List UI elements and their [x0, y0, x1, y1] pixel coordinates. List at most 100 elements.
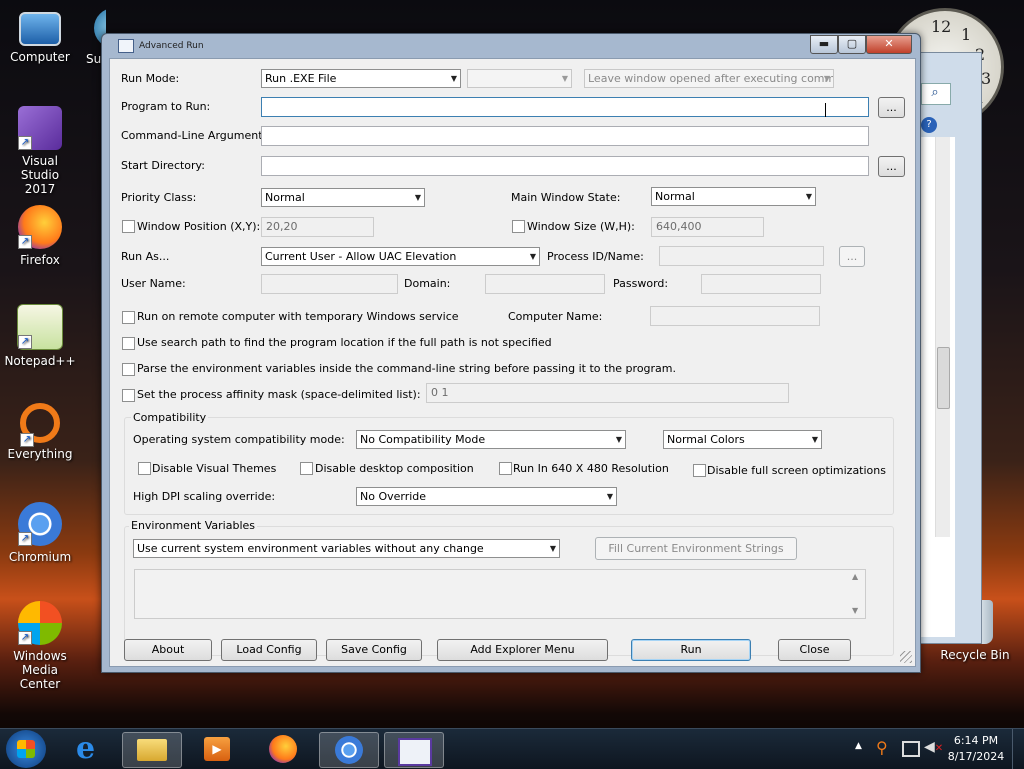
search-icon[interactable]: ⌕ [925, 85, 945, 103]
run-mode-extra-dropdown[interactable]: ▼ [467, 69, 572, 88]
internet-explorer-icon: e [76, 731, 96, 766]
show-hidden-icons-icon[interactable]: ▲ [855, 741, 862, 751]
desktop-icon-chromium[interactable]: ↗ Chromium [0, 502, 80, 564]
leave-window-dropdown[interactable]: Leave window opened after executing comm… [584, 69, 834, 88]
chevron-down-icon: ▼ [805, 192, 812, 201]
vertical-scrollbar[interactable] [935, 137, 950, 537]
taskbar-chromium[interactable] [319, 732, 379, 768]
disable-visual-themes-checkbox[interactable] [138, 462, 151, 475]
affinity-input[interactable]: 0 1 [426, 383, 789, 403]
run-button[interactable]: Run [631, 639, 751, 661]
run-mode-label: Run Mode: [121, 72, 180, 85]
computer-name-input[interactable] [650, 306, 820, 326]
command-line-input[interactable] [261, 126, 869, 146]
disable-composition-checkbox[interactable] [300, 462, 313, 475]
clock-number: 12 [931, 17, 952, 36]
chromium-icon: ↗ [18, 502, 62, 546]
main-window-state-value: Normal [655, 190, 695, 203]
advanced-run-window[interactable]: Advanced Run ▬ ▢ ✕ Run Mode: Run .EXE Fi… [101, 33, 921, 673]
help-icon[interactable]: ? [921, 117, 937, 133]
desktop-icon-media-center[interactable]: ↗ Windows Media Center [0, 601, 80, 691]
affinity-label: Set the process affinity mask (space-del… [137, 388, 421, 401]
run-mode-value: Run .EXE File [265, 72, 337, 85]
shortcut-arrow-icon: ↗ [18, 335, 32, 349]
desktop-icon-label: Everything [7, 447, 73, 461]
maximize-button[interactable]: ▢ [838, 35, 866, 54]
search-path-checkbox[interactable] [122, 337, 135, 350]
run-as-value: Current User - Allow UAC Elevation [265, 250, 457, 263]
run-mode-dropdown[interactable]: Run .EXE File ▼ [261, 69, 461, 88]
textarea-scroll-up-icon[interactable]: ▲ [852, 572, 858, 581]
desktop-icon-firefox[interactable]: ↗ Firefox [0, 205, 80, 267]
shortcut-arrow-icon: ↗ [18, 235, 32, 249]
resize-grip-icon[interactable] [900, 651, 912, 663]
user-name-input[interactable] [261, 274, 398, 294]
browse-process-button[interactable]: ... [839, 246, 865, 267]
shortcut-arrow-icon: ↗ [20, 433, 34, 447]
background-explorer-window[interactable]: ⌕ ? [918, 52, 982, 644]
desktop-icon-everything[interactable]: ↗ Everything [0, 403, 80, 461]
title-bar[interactable]: Advanced Run ▬ ▢ ✕ [102, 34, 920, 58]
fill-environment-button[interactable]: Fill Current Environment Strings [595, 537, 797, 560]
environment-textarea[interactable] [134, 569, 866, 619]
priority-class-label: Priority Class: [121, 191, 197, 204]
main-window-state-dropdown[interactable]: Normal ▼ [651, 187, 816, 206]
visual-studio-icon: ↗ [18, 106, 62, 150]
save-config-button[interactable]: Save Config [326, 639, 422, 661]
colors-dropdown[interactable]: Normal Colors ▼ [663, 430, 822, 449]
network-icon[interactable] [902, 741, 920, 757]
process-id-input[interactable] [659, 246, 824, 266]
high-dpi-dropdown[interactable]: No Override ▼ [356, 487, 617, 506]
remote-computer-checkbox[interactable] [122, 311, 135, 324]
taskbar-file-explorer[interactable] [122, 732, 182, 768]
textarea-scroll-down-icon[interactable]: ▼ [852, 606, 858, 615]
taskbar-media-player[interactable]: ▶ [188, 732, 246, 766]
load-config-button[interactable]: Load Config [221, 639, 317, 661]
program-to-run-input[interactable] [261, 97, 869, 117]
desktop-icon-notepadpp[interactable]: ↗ Notepad++ [0, 304, 80, 368]
disable-fullscreen-opt-checkbox[interactable] [693, 464, 706, 477]
window-position-checkbox[interactable] [122, 220, 135, 233]
start-directory-input[interactable] [261, 156, 869, 176]
remote-computer-label: Run on remote computer with temporary Wi… [137, 310, 459, 323]
add-explorer-menu-button[interactable]: Add Explorer Menu [437, 639, 608, 661]
affinity-checkbox[interactable] [122, 389, 135, 402]
window-size-checkbox[interactable] [512, 220, 525, 233]
environment-mode-dropdown[interactable]: Use current system environment variables… [133, 539, 560, 558]
desktop-icon-label: Firefox [20, 253, 60, 267]
start-button[interactable] [6, 730, 46, 768]
browse-directory-button[interactable]: ... [878, 156, 905, 177]
taskbar-advanced-run[interactable] [384, 732, 444, 768]
os-compat-mode-dropdown[interactable]: No Compatibility Mode ▼ [356, 430, 626, 449]
desktop-icon-computer[interactable]: Computer [0, 8, 80, 64]
parse-env-checkbox[interactable] [122, 363, 135, 376]
close-button[interactable]: Close [778, 639, 851, 661]
scroll-thumb[interactable] [937, 347, 950, 409]
shortcut-arrow-icon: ↗ [18, 631, 32, 645]
everything-tray-icon[interactable]: ⚲ [876, 739, 888, 757]
window-position-input[interactable]: 20,20 [261, 217, 374, 237]
minimize-button[interactable]: ▬ [810, 35, 838, 54]
shortcut-arrow-icon: ↗ [18, 532, 32, 546]
disable-composition-label: Disable desktop composition [315, 462, 474, 475]
desktop-icon-label: Notepad++ [4, 354, 76, 368]
window-size-input[interactable]: 640,400 [651, 217, 764, 237]
about-button[interactable]: About [124, 639, 212, 661]
computer-icon [19, 12, 61, 46]
taskbar-internet-explorer[interactable]: e [61, 732, 119, 766]
domain-input[interactable] [485, 274, 605, 294]
taskbar-clock[interactable]: 6:14 PM 8/17/2024 [940, 733, 1012, 765]
password-input[interactable] [701, 274, 821, 294]
desktop-icon-visual-studio[interactable]: ↗ Visual Studio 2017 [0, 106, 80, 196]
priority-class-dropdown[interactable]: Normal ▼ [261, 188, 425, 207]
chevron-down-icon: ▼ [549, 544, 556, 553]
run-as-dropdown[interactable]: Current User - Allow UAC Elevation ▼ [261, 247, 540, 266]
window-position-label: Window Position (X,Y): [137, 220, 261, 233]
run-640-checkbox[interactable] [499, 462, 512, 475]
show-desktop-button[interactable] [1012, 729, 1024, 769]
parse-env-label: Parse the environment variables inside t… [137, 362, 676, 375]
taskbar-firefox[interactable] [254, 732, 312, 766]
browse-program-button[interactable]: ... [878, 97, 905, 118]
chromium-icon [335, 736, 363, 764]
close-window-button[interactable]: ✕ [866, 35, 912, 54]
